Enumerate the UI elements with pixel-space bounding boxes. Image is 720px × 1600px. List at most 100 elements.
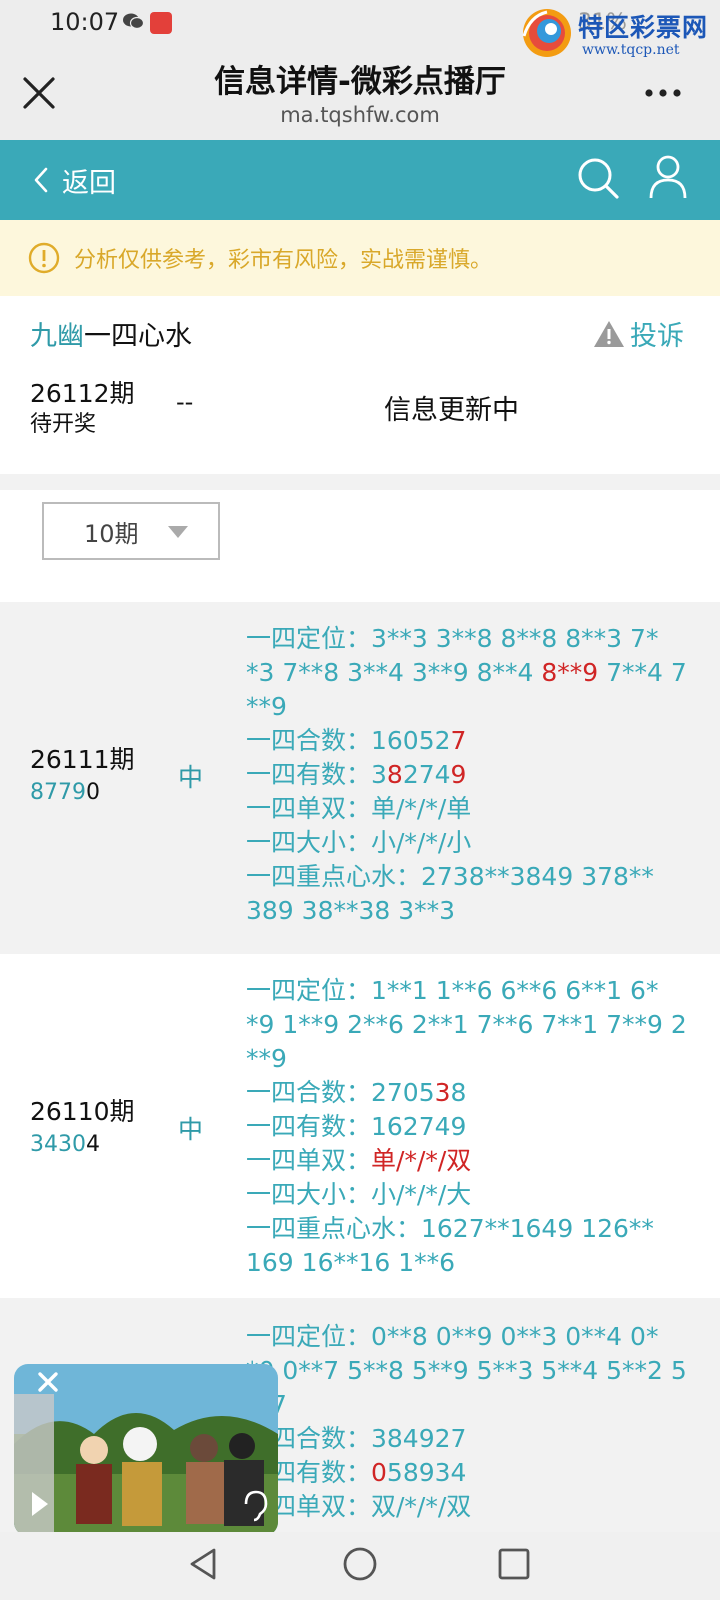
prediction-line: **9 xyxy=(246,1042,694,1076)
record-hit-status: 中 xyxy=(178,763,204,792)
prediction-text: 169 16**16 1**6 xyxy=(246,1248,456,1277)
info-name: 九幽一四心水 xyxy=(30,314,192,353)
result-placeholder: -- xyxy=(176,388,194,416)
prediction-hit-text: 9 xyxy=(450,760,467,789)
back-button[interactable]: 返回 xyxy=(30,162,116,199)
prediction-text: 一四定位：3**3 3**8 8**8 8**3 7* xyxy=(246,624,659,653)
record-hit-status: 中 xyxy=(178,1115,204,1144)
prediction-hit-text: 8**9 xyxy=(541,658,599,687)
chevron-left-icon xyxy=(34,167,48,193)
prediction-text: 一四单双：单/*/*/单 xyxy=(246,794,472,823)
record-predictions: 一四定位：1**1 1**6 6**6 6**1 6* *9 1**9 2**6 … xyxy=(246,974,694,1280)
draw-status: 待开奖 xyxy=(30,412,97,437)
prediction-hit-text: 3 xyxy=(434,1078,451,1107)
filter-bar: 10期 xyxy=(0,490,720,602)
status-time: 10:07 xyxy=(50,8,120,36)
prediction-line: 一四合数：384927 xyxy=(246,1422,694,1456)
floating-video-window[interactable] xyxy=(14,1364,278,1536)
prediction-text: 58934 xyxy=(386,1458,467,1487)
prediction-line: 一四有数：162749 xyxy=(246,1110,694,1144)
prediction-line: 一四单双：单/*/*/双 xyxy=(246,1144,694,1178)
record-period: 26111期 xyxy=(30,745,135,774)
site-header: 返回 xyxy=(0,140,720,220)
history-record: 26111期 87790 中 一四定位：3**3 3**8 8**8 8**3 … xyxy=(0,602,720,950)
watermark-url: www.tqcp.net xyxy=(582,42,680,58)
prediction-line: 一四合数：160527 xyxy=(246,724,694,758)
prediction-line: 一四重点心水：2738**3849 378** xyxy=(246,860,694,894)
prediction-text: 一四合数：2705 xyxy=(246,1078,435,1107)
report-label: 投诉 xyxy=(630,321,684,352)
prediction-text: 274 xyxy=(402,760,451,789)
prediction-text: 一四重点心水：1627**1649 126** xyxy=(246,1214,654,1243)
recents-square-icon[interactable] xyxy=(496,1546,532,1582)
video-thumbnail xyxy=(14,1364,278,1536)
back-label: 返回 xyxy=(62,167,116,199)
prediction-text: 一四重点心水：2738**3849 378** xyxy=(246,862,654,891)
prediction-line: 一四有数：382749 xyxy=(246,758,694,792)
wechat-icon xyxy=(123,13,144,30)
back-triangle-icon[interactable] xyxy=(186,1546,222,1582)
prediction-text: 一四有数：3 xyxy=(246,760,387,789)
prediction-hit-text: 0 xyxy=(371,1458,387,1487)
prediction-line: 一四单双：单/*/*/单 xyxy=(246,792,694,826)
record-predictions: 一四定位：0**8 0**9 0**3 0**4 0* *0 0**7 5**8 … xyxy=(246,1320,694,1524)
prediction-line: *9 1**9 2**6 2**1 7**6 7**1 7**9 2 xyxy=(246,1008,694,1042)
prediction-line: 一四定位：1**1 1**6 6**6 6**1 6* xyxy=(246,974,694,1008)
watermark-title: 特区彩票网 xyxy=(578,13,709,42)
prediction-line: 一四大小：小/*/*/小 xyxy=(246,826,694,860)
prediction-text: *0 0**7 5**8 5**9 5**3 5**4 5**2 5 xyxy=(246,1356,687,1385)
period-count-select[interactable]: 10期 xyxy=(42,502,220,560)
prediction-text: 一四定位：1**1 1**6 6**6 6**1 6* xyxy=(246,976,659,1005)
prediction-line: 一四定位：0**8 0**9 0**3 0**4 0* xyxy=(246,1320,694,1354)
prediction-line: 一四重点心水：1627**1649 126** xyxy=(246,1212,694,1246)
watermark-logo-icon xyxy=(522,9,571,57)
record-predictions: 一四定位：3**3 3**8 8**8 8**3 7* *3 7**8 3**4 … xyxy=(246,622,694,928)
author-link[interactable]: 九幽 xyxy=(30,321,84,352)
prediction-line: 一四大小：小/*/*/大 xyxy=(246,1178,694,1212)
prediction-text: 8 xyxy=(450,1078,467,1107)
prediction-text: 一四有数：162749 xyxy=(246,1112,467,1141)
prediction-line: *0 0**7 5**8 5**9 5**3 5**4 5**2 5 xyxy=(246,1354,694,1388)
prediction-hit-text: 7 xyxy=(450,726,467,755)
record-draw-number: 87790 xyxy=(30,780,100,805)
period-count-value: 10期 xyxy=(84,519,139,548)
prediction-text: 一四大小：小/*/*/小 xyxy=(246,828,472,857)
prediction-line: 一四有数：058934 xyxy=(246,1456,694,1490)
draw-number-prefix: 8779 xyxy=(30,780,86,805)
prediction-line: **9 xyxy=(246,690,694,724)
topic: 一四心水 xyxy=(84,321,192,352)
prediction-text: 一四合数：384927 xyxy=(246,1424,467,1453)
prediction-text: *9 1**9 2**6 2**1 7**6 7**1 7**9 2 xyxy=(246,1010,687,1039)
prediction-text: *3 7**8 3**4 3**9 8**4 xyxy=(246,658,542,687)
user-icon[interactable] xyxy=(648,154,688,200)
warning-text: 分析仅供参考，彩市有风险，实战需谨慎。 xyxy=(74,248,493,273)
prediction-line: *3 7**8 3**4 3**9 8**4 8**9 7**4 7 xyxy=(246,656,694,690)
info-card: 九幽一四心水 投诉 26112期 待开奖 -- 信息更新中 xyxy=(0,296,720,474)
home-circle-icon[interactable] xyxy=(342,1546,378,1582)
search-icon[interactable] xyxy=(576,156,620,200)
draw-number-last: 4 xyxy=(86,1132,100,1157)
prediction-text: 一四单双： xyxy=(246,1146,372,1175)
dropdown-arrow-icon xyxy=(168,526,188,538)
update-status: 信息更新中 xyxy=(384,395,519,426)
draw-number-prefix: 3430 xyxy=(30,1132,86,1157)
more-icon[interactable] xyxy=(644,88,682,98)
prediction-line: 一四定位：3**3 3**8 8**8 8**3 7* xyxy=(246,622,694,656)
watermark: 特区彩票网 www.tqcp.net xyxy=(520,2,720,64)
prediction-hit-text: 8 xyxy=(386,760,403,789)
prediction-line: 一四合数：270538 xyxy=(246,1076,694,1110)
record-draw-number: 34304 xyxy=(30,1132,100,1157)
info-icon xyxy=(28,242,60,274)
draw-number-last: 0 xyxy=(86,780,100,805)
prediction-text: **9 xyxy=(246,1044,287,1073)
report-button[interactable]: 投诉 xyxy=(592,314,684,353)
prediction-line: **7 xyxy=(246,1388,694,1422)
current-period: 26112期 xyxy=(30,379,135,408)
prediction-text: **9 xyxy=(246,692,287,721)
prediction-line: 389 38**38 3**3 xyxy=(246,894,694,928)
prediction-line: 169 16**16 1**6 xyxy=(246,1246,694,1280)
warning-triangle-icon xyxy=(594,320,624,347)
prediction-text: 7**4 7 xyxy=(598,658,687,687)
risk-warning-banner: 分析仅供参考，彩市有风险，实战需谨慎。 xyxy=(0,220,720,296)
prediction-line: 一四单双：双/*/*/双 xyxy=(246,1490,694,1524)
